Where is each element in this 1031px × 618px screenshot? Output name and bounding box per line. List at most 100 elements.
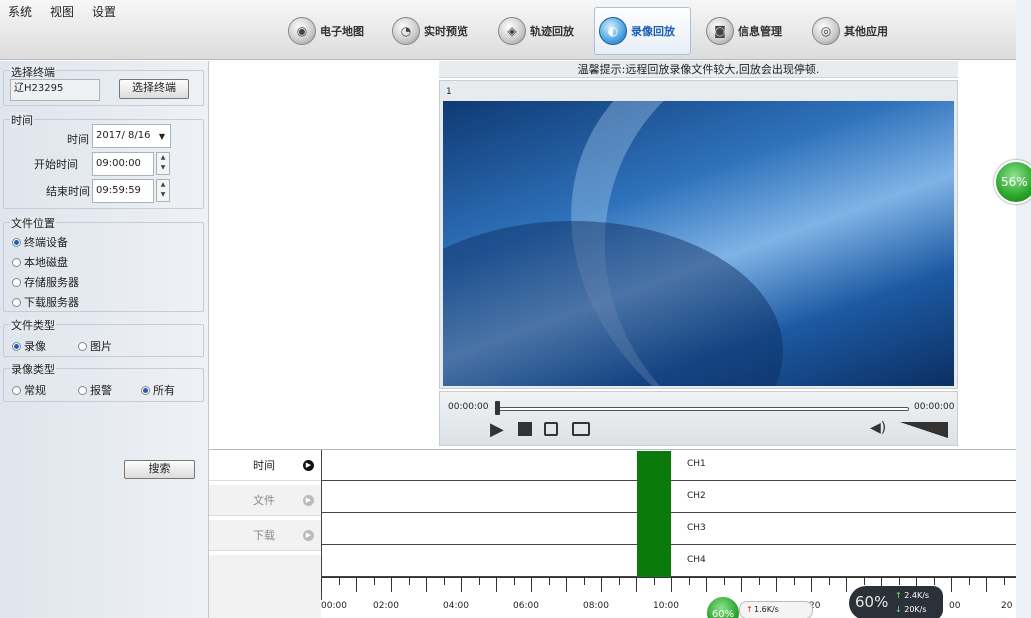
filetype-image-radio[interactable]: 图片 [78,338,112,354]
arrow-up-icon: ↑ [895,591,902,600]
axis-tick [846,578,847,592]
rectype-normal-radio[interactable]: 常规 [12,382,46,398]
menu-settings[interactable]: 设置 [92,3,116,20]
filetype-video-radio[interactable]: 录像 [12,338,46,354]
download-value: 20K/s [904,605,927,614]
tab-label: 轨迹回放 [530,25,574,38]
axis-tick [653,578,655,585]
step-frame-icon[interactable] [544,422,558,436]
end-time-spinner[interactable]: ▲ ▼ [156,179,170,202]
date-value: 2017/ 8/16 [96,130,151,141]
play-icon[interactable]: ▶ [490,419,504,440]
tab-other-apps[interactable]: ◎ 其他应用 [812,8,902,54]
radio-label: 图片 [90,340,112,353]
menu-system[interactable]: 系统 [8,3,32,20]
rectype-alarm-radio[interactable]: 报警 [78,382,112,398]
tab-video-playback[interactable]: ◐ 录像回放 [594,7,691,55]
location-local-disk-radio[interactable]: 本地磁盘 [12,254,68,270]
cpu-usage-widget[interactable]: 56% [994,160,1031,204]
axis-tick [671,578,672,592]
tab-track-playback[interactable]: ◈ 轨迹回放 [498,8,588,54]
tick-label: 04:00 [443,601,469,611]
tab-download[interactable]: 下载 ▶ [209,520,321,551]
search-button[interactable]: 搜索 [124,460,195,479]
video-display[interactable] [443,101,954,386]
upload-value: 2.4K/s [904,591,930,600]
axis-tick [986,578,987,592]
tick-label: 06:00 [513,601,539,611]
player-controls: 00:00:00 00:00:00 ▶ ◀) [439,391,958,446]
axis-tick [391,578,392,592]
axis-tick [601,578,602,592]
title-bar: 系统 视图 设置 ◉ 电子地图 ◔ 实时预览 ◈ 轨迹回放 ◐ 录像回放 ◙ 信息管理 ◎… [0,0,1016,60]
tab-file[interactable]: 文件 ▶ [209,485,321,516]
tick-label: 00 [949,601,961,611]
location-download-server-radio[interactable]: 下载服务器 [12,294,79,310]
axis-tick [968,578,970,585]
radio-icon [12,297,21,307]
tab-label: 电子地图 [320,25,364,38]
rectype-all-radio[interactable]: 所有 [141,382,175,398]
current-time: 00:00:00 [448,402,489,412]
radio-label: 录像 [24,340,46,353]
chevron-right-icon: ▶ [303,459,314,471]
start-time-field[interactable]: 09:00:00 [92,152,154,176]
tab-info-management[interactable]: ◙ 信息管理 [706,8,796,54]
tab-label: 实时预览 [424,25,468,38]
cpu-gauge-widget[interactable]: 60% [849,586,893,618]
date-label: 时间 [67,133,89,146]
axis-tick [373,578,375,585]
radio-label: 终端设备 [24,236,68,249]
progress-handle[interactable] [495,401,500,415]
terminal-plate-field[interactable]: 辽H23295 [10,79,100,101]
date-picker[interactable]: 2017/ 8/16 ▼ [92,124,171,148]
time-group-label: 时间 [10,112,34,128]
axis-tick [706,578,707,592]
other-apps-icon: ◎ [812,17,840,45]
radio-icon [78,385,87,395]
total-time: 00:00:00 [914,402,955,412]
axis-tick [758,578,760,585]
end-time-field[interactable]: 09:59:59 [92,179,154,203]
radio-label: 本地磁盘 [24,256,68,269]
channel-label: CH3 [687,523,706,533]
progress-track[interactable] [497,407,909,411]
axis-tick [933,578,935,585]
axis-tick [478,578,480,585]
axis-tick [513,578,515,585]
timeline-panel: 时间 ▶ 文件 ▶ 下载 ▶ CH1 CH2 CH3 CH4 00:00 02:00 … [209,449,1016,618]
channel-label: CH4 [687,555,706,565]
recording-segment[interactable] [637,451,671,577]
tab-label: 时间 [253,459,275,472]
radio-selected-icon [12,237,21,247]
arrow-down-icon: ↓ [895,605,902,614]
axis-tick [741,578,742,592]
menu-view[interactable]: 视图 [50,3,74,20]
tab-live-preview[interactable]: ◔ 实时预览 [392,8,482,54]
axis-tick [583,578,585,585]
location-terminal-radio[interactable]: 终端设备 [12,234,68,250]
volume-icon[interactable]: ◀) [870,420,886,436]
app-window: 系统 视图 设置 ◉ 电子地图 ◔ 实时预览 ◈ 轨迹回放 ◐ 录像回放 ◙ 信息管理 ◎… [0,0,1031,618]
camera-preview-icon: ◔ [392,17,420,45]
upload-speed: ↑ 2.4K/s [895,589,943,603]
axis-tick [443,578,445,585]
search-panel: 选择终端 辽H23295 选择终端 时间 时间 2017/ 8/16 ▼ 开始时间… [0,61,209,618]
radio-label: 所有 [153,384,175,397]
radio-label: 报警 [90,384,112,397]
network-monitor-widget[interactable]: ↑ 2.4K/s ↓ 20K/s [891,586,943,618]
channel-label: CH1 [687,459,706,469]
net-speed-widget[interactable]: ↑ 1.6K/s [739,601,813,618]
tab-electronic-map[interactable]: ◉ 电子地图 [288,8,378,54]
tab-time[interactable]: 时间 ▶ [209,450,321,481]
snapshot-camera-icon[interactable] [572,422,590,436]
axis-tick [723,578,725,585]
start-time-label: 开始时间 [34,158,78,171]
memory-usage-widget[interactable]: 60% [705,595,741,618]
start-time-spinner[interactable]: ▲ ▼ [156,152,170,175]
volume-slider[interactable] [900,422,948,438]
location-storage-server-radio[interactable]: 存储服务器 [12,274,79,290]
file-type-label: 文件类型 [10,317,56,333]
select-terminal-button[interactable]: 选择终端 [119,79,189,99]
stop-icon[interactable] [518,422,532,436]
